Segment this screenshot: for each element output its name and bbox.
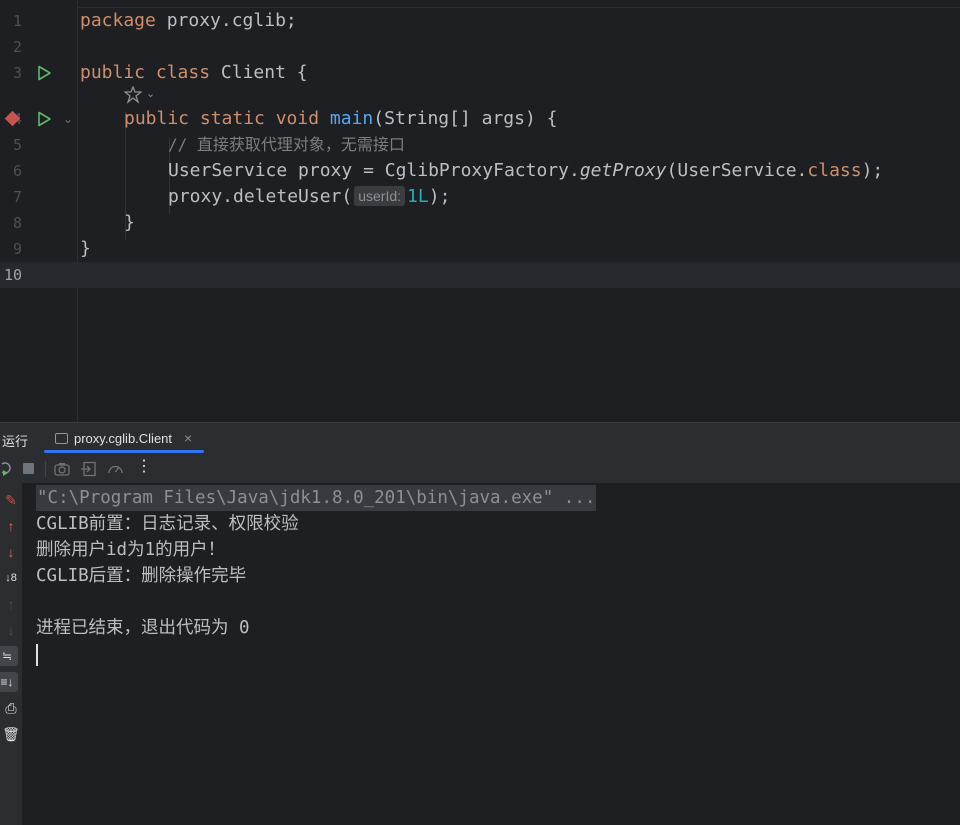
console-side-toolbar: ✎ ↑ ↓ ↓8 ↑ ↓ ≒ ≡↓ ⎙ 🗑 bbox=[0, 483, 22, 825]
import-icon[interactable] bbox=[81, 461, 97, 477]
run-tab-bar: 运行 proxy.cglib.Client × bbox=[0, 423, 960, 453]
run-class-icon[interactable] bbox=[36, 65, 52, 81]
code-line-3[interactable]: 3 public class Client { bbox=[0, 60, 960, 86]
code-text[interactable]: package proxy.cglib; bbox=[80, 8, 297, 34]
line-number: 5 bbox=[12, 136, 22, 154]
code-text[interactable]: } bbox=[80, 236, 91, 262]
line-number: 9 bbox=[12, 240, 22, 258]
code-line-10-current[interactable]: 10 bbox=[0, 262, 960, 288]
clear-console-icon[interactable]: ✎ bbox=[0, 490, 22, 510]
code-text[interactable]: public static void main(String[] args) { bbox=[124, 106, 558, 132]
chevron-down-icon[interactable]: ⌄ bbox=[146, 87, 155, 100]
close-icon[interactable]: × bbox=[184, 430, 192, 446]
scroll-to-end-icon[interactable]: ≡↓ bbox=[0, 672, 18, 692]
text-caret bbox=[36, 644, 38, 666]
rerun-icon[interactable] bbox=[0, 461, 12, 477]
console-exit-line: 进程已结束，退出代码为 0 bbox=[36, 618, 250, 638]
code-line-1[interactable]: 1 package proxy.cglib; bbox=[0, 8, 960, 34]
tab-label: proxy.cglib.Client bbox=[74, 431, 173, 446]
code-line-6[interactable]: 6 UserService proxy = CglibProxyFactory.… bbox=[0, 158, 960, 184]
code-text[interactable]: proxy.deleteUser(userId: 1L); bbox=[168, 184, 450, 210]
code-line-4[interactable]: 4 ⌄ public static void main(String[] arg… bbox=[0, 106, 960, 132]
code-editor[interactable]: 1 package proxy.cglib; 2 3 public class … bbox=[0, 0, 960, 422]
console-line: CGLIB前置：日志记录、权限校验 bbox=[36, 514, 299, 534]
code-text[interactable]: public class Client { bbox=[80, 60, 308, 86]
scroll-up-icon[interactable]: ↑ bbox=[0, 594, 22, 614]
toolbar-separator bbox=[45, 461, 46, 477]
code-line-8[interactable]: 8 } bbox=[0, 210, 960, 236]
profiler-icon[interactable] bbox=[107, 461, 124, 477]
trash-icon[interactable]: 🗑 bbox=[0, 724, 22, 744]
tab-proxy-cglib-client[interactable]: proxy.cglib.Client × bbox=[44, 423, 204, 453]
arrow-up-icon[interactable]: ↑ bbox=[0, 516, 22, 536]
line-number: 6 bbox=[12, 162, 22, 180]
code-line-9[interactable]: 9 } bbox=[0, 236, 960, 262]
line-number: 3 bbox=[12, 64, 22, 82]
code-text[interactable]: } bbox=[124, 210, 135, 236]
code-line-5[interactable]: 5 // 直接获取代理对象，无需接口 bbox=[0, 132, 960, 158]
arrow-down-icon[interactable]: ↓ bbox=[0, 542, 22, 562]
line-number: 7 bbox=[12, 188, 22, 206]
camera-icon[interactable] bbox=[54, 462, 70, 476]
soft-wrap-icon[interactable]: ≒ bbox=[0, 646, 18, 666]
line-number: 8 bbox=[12, 214, 22, 232]
line-number: 2 bbox=[12, 38, 22, 56]
run-toolbar: ⋮ bbox=[0, 453, 960, 483]
fold-chevron-icon[interactable]: ⌄ bbox=[63, 112, 73, 126]
console-line: 删除用户id为1的用户！ bbox=[36, 540, 226, 560]
line-number: 10 bbox=[3, 266, 22, 284]
console-line: CGLIB后置：删除操作完毕 bbox=[36, 566, 247, 586]
code-comment[interactable]: // 直接获取代理对象，无需接口 bbox=[168, 132, 405, 158]
print-icon[interactable]: ⎙ bbox=[0, 698, 22, 718]
console-icon bbox=[55, 433, 68, 444]
code-line-2[interactable]: 2 bbox=[0, 34, 960, 60]
code-line-7[interactable]: 7 proxy.deleteUser(userId: 1L); bbox=[0, 184, 960, 210]
more-options-icon[interactable]: ⋮ bbox=[136, 458, 152, 476]
code-text[interactable]: UserService proxy = CglibProxyFactory.ge… bbox=[168, 158, 883, 184]
stop-icon[interactable] bbox=[23, 463, 34, 474]
run-panel-title: 运行 bbox=[2, 434, 29, 449]
sort-icon[interactable]: ↓8 bbox=[0, 568, 22, 588]
run-main-icon[interactable] bbox=[36, 111, 52, 127]
console-command-line[interactable]: "C:\Program Files\Java\jdk1.8.0_201\bin\… bbox=[36, 485, 597, 511]
line-number: 1 bbox=[12, 12, 22, 30]
run-tool-window: 运行 proxy.cglib.Client × ⋮ ✎ ↑ ↓ ↓8 ↑ ↓ ≒… bbox=[0, 422, 960, 825]
parameter-hint: userId: bbox=[354, 186, 406, 206]
codelens-icon[interactable] bbox=[124, 86, 142, 104]
scroll-down-icon[interactable]: ↓ bbox=[0, 620, 22, 640]
